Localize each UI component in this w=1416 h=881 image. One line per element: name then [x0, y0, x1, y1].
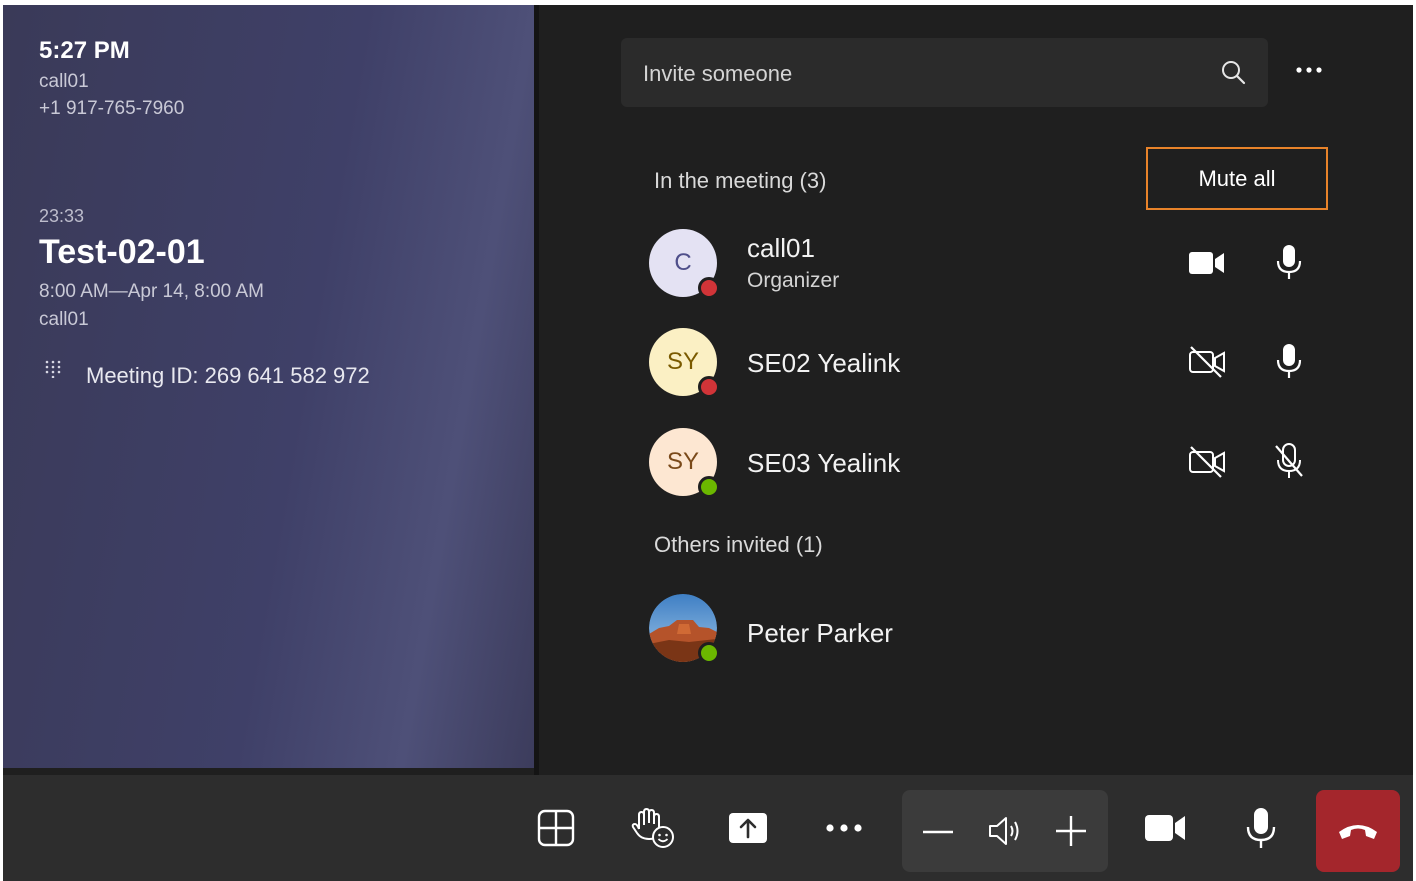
meeting-info-panel: 5:27 PM call01 +1 917-765-7960 23:33 Tes…: [3, 5, 534, 768]
share-button[interactable]: [712, 789, 784, 867]
camera-icon[interactable]: [1187, 245, 1227, 281]
meeting-id: Meeting ID: 269 641 582 972: [86, 363, 370, 388]
raise-hand-button[interactable]: [617, 789, 689, 867]
participant-name: SE03 Yealink: [747, 448, 901, 478]
volume-control: [902, 790, 1108, 872]
speaker-icon: [989, 817, 1019, 845]
participant-row[interactable]: SY SE03 Yealink: [649, 428, 1349, 504]
participant-name: call01: [747, 233, 815, 263]
share-icon: [729, 813, 767, 843]
meeting-title: Test-02-01: [39, 233, 205, 271]
layout-icon: [537, 809, 575, 847]
participant-row[interactable]: C call01 Organizer: [649, 229, 1349, 305]
in-meeting-heading: In the meeting (3): [654, 168, 827, 193]
call-duration: 23:33: [39, 206, 85, 226]
mic-icon[interactable]: [1273, 342, 1305, 380]
dialpad-icon: [45, 360, 61, 378]
status-busy-indicator: [698, 277, 720, 299]
others-invited-heading: Others invited (1): [654, 532, 823, 557]
meeting-time: 8:00 AM—Apr 14, 8:00 AM: [39, 281, 264, 302]
mic-icon: [1246, 808, 1276, 848]
call-toolbar: [3, 775, 1413, 881]
status-busy-indicator: [698, 376, 720, 398]
more-options-icon[interactable]: [1291, 55, 1327, 85]
camera-off-icon[interactable]: [1187, 344, 1227, 380]
participant-name: Peter Parker: [747, 618, 893, 648]
invite-search-placeholder: Invite someone: [643, 61, 793, 86]
more-actions-button[interactable]: [808, 789, 880, 867]
caller-number: +1 917-765-7960: [39, 98, 185, 119]
caller-name: call01: [39, 71, 89, 92]
mute-all-button[interactable]: Mute all: [1146, 147, 1328, 210]
invited-participant-row[interactable]: Peter Parker: [649, 594, 1349, 670]
more-icon: [826, 824, 862, 832]
clock: 5:27 PM: [39, 37, 130, 64]
panel-divider: [534, 5, 539, 775]
raise-hand-icon: [631, 808, 674, 848]
camera-off-icon[interactable]: [1187, 444, 1227, 480]
volume-down-icon[interactable]: [922, 816, 954, 848]
end-call-icon: [1339, 825, 1377, 839]
meeting-screen: 5:27 PM call01 +1 917-765-7960 23:33 Tes…: [3, 5, 1413, 881]
mic-icon[interactable]: [1273, 243, 1305, 281]
layout-button[interactable]: [520, 789, 592, 867]
status-available-indicator: [698, 642, 720, 664]
volume-up-icon[interactable]: [1054, 814, 1088, 848]
end-call-button[interactable]: [1316, 790, 1400, 872]
mic-off-icon[interactable]: [1273, 442, 1305, 480]
participant-role: Organizer: [747, 269, 840, 292]
participant-name: SE02 Yealink: [747, 348, 901, 378]
search-icon[interactable]: [1220, 59, 1246, 85]
status-available-indicator: [698, 476, 720, 498]
meeting-host: call01: [39, 309, 89, 330]
invite-search-input[interactable]: Invite someone: [621, 38, 1268, 107]
participant-row[interactable]: SY SE02 Yealink: [649, 328, 1349, 404]
mic-toggle-button[interactable]: [1225, 789, 1297, 867]
camera-icon: [1145, 815, 1185, 841]
camera-toggle-button[interactable]: [1129, 789, 1201, 867]
